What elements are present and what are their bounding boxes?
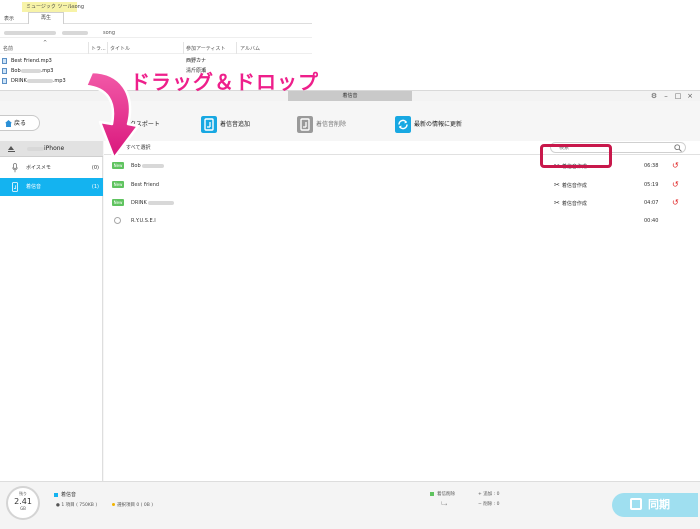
toolbar: エクスポート 着信音追加 着信音削除 最新の情報に更新 xyxy=(104,113,700,137)
column-title[interactable]: タイトル xyxy=(110,45,130,52)
address-blurred-segment-2 xyxy=(62,30,88,36)
undo-delete-icon[interactable]: ↺ xyxy=(672,176,679,194)
sidebar-item-label: ボイスメモ xyxy=(26,165,51,171)
highlight-box xyxy=(540,144,612,168)
removed-count: − 削除 : 0 xyxy=(478,502,500,507)
sidebar: iPhone ボイスメモ (0) 着信音 (1) xyxy=(0,141,103,481)
row-checkbox[interactable] xyxy=(114,217,121,224)
audio-file-icon xyxy=(2,68,7,74)
item-summary: ● 1 項目 ( 750KB ) xyxy=(56,503,98,508)
tab-view[interactable]: 表示 xyxy=(4,15,14,22)
new-badge: New xyxy=(112,181,124,188)
row-duration: 06:38 xyxy=(644,163,659,169)
row-title: DRINK xyxy=(131,200,147,206)
audio-file-icon xyxy=(2,58,7,64)
column-name[interactable]: 名前 xyxy=(3,45,13,52)
row-duration: 00:40 xyxy=(644,218,659,224)
eject-icon[interactable] xyxy=(8,146,15,152)
column-headers: 名前 ^ トラ... タイトル 参加アーティスト アルバム xyxy=(0,40,312,54)
row-title: R.Y.U.S.E.I xyxy=(131,218,156,224)
row-duration: 04:07 xyxy=(644,200,659,206)
column-artist[interactable]: 参加アーティスト xyxy=(186,45,225,52)
ringtone-row[interactable]: R.Y.U.S.E.I 00:40 xyxy=(104,212,700,230)
category-label: 着信音 xyxy=(54,491,76,498)
back-label: 戻る xyxy=(14,120,27,127)
ribbon-folder-name: song xyxy=(72,4,85,10)
maximize-icon[interactable]: □ xyxy=(672,92,684,100)
undo-delete-icon[interactable]: ↺ xyxy=(672,157,679,175)
drag-drop-caption: ドラッグ＆ドロップ xyxy=(130,70,319,94)
search-icon[interactable] xyxy=(674,144,682,152)
sidebar-item-label: 着信音 xyxy=(26,184,42,190)
column-track[interactable]: トラ... xyxy=(91,45,106,52)
make-ringtone-button[interactable]: ✂ 着信音作成 xyxy=(554,176,587,195)
refresh-icon xyxy=(395,116,411,133)
tab-play[interactable]: 再生 xyxy=(28,12,64,24)
ribbon-context-tab[interactable]: ミュージック ツール xyxy=(22,2,77,12)
make-ringtone-label: 着信音作成 xyxy=(561,183,587,189)
file-ext: .mp3 xyxy=(40,68,54,74)
ringtone-list-panel: すべて選択 検索 New Bob ✂ 着信音作成 06:38 ↺ New Bes… xyxy=(104,141,700,481)
add-ringtone-icon xyxy=(201,116,217,133)
microphone-icon xyxy=(12,163,18,173)
removed-count-text: 削除 : 0 xyxy=(483,502,500,507)
settings-gear-icon[interactable]: ⚙ xyxy=(648,92,660,100)
ringtone-row[interactable]: New Best Friend ✂ 着信音作成 05:19 ↺ xyxy=(104,176,700,194)
sort-caret-icon: ^ xyxy=(43,40,48,46)
screenshot-root: ミュージック ツール song 表示 再生 song 名前 ^ トラ... タイ… xyxy=(0,0,700,529)
file-name: Bob xyxy=(11,68,21,74)
selected-summary-text: 選択項目 0 ( 0B ) xyxy=(117,503,154,508)
storage-indicator: 残り 2.41 GB xyxy=(6,486,40,520)
scissors-icon: ✂ xyxy=(554,199,560,207)
row-title-wrap: DRINK xyxy=(131,194,175,212)
file-row[interactable]: Best Friend.mp3 西野カナ xyxy=(0,56,312,66)
address-bar[interactable]: song xyxy=(0,28,312,38)
make-ringtone-button[interactable]: ✂ 着信音作成 xyxy=(554,194,587,213)
make-ringtone-label: 着信音作成 xyxy=(561,201,587,207)
ringtone-phone-icon xyxy=(12,182,18,192)
add-ringtone-label: 着信音追加 xyxy=(220,121,251,128)
scissors-icon: ✂ xyxy=(554,181,560,189)
ribbon-tabs: 表示 再生 xyxy=(0,12,312,24)
back-button[interactable]: 戻る xyxy=(0,115,40,131)
sidebar-item-ringtone[interactable]: 着信音 (1) xyxy=(0,178,103,196)
delete-ringtone-label: 着信音削除 xyxy=(316,121,347,128)
file-artist: 西野カナ xyxy=(186,58,207,64)
added-count-text: 追加 : 0 xyxy=(483,492,500,497)
category-name: 着信音 xyxy=(61,492,77,498)
file-name: Best Friend.mp3 xyxy=(11,58,52,64)
operations-label: 着信削除 xyxy=(430,491,455,497)
delete-ringtone-icon xyxy=(297,116,313,133)
sync-button[interactable]: 同期 xyxy=(612,493,698,517)
address-blurred-segment xyxy=(4,30,56,36)
home-icon xyxy=(5,120,12,127)
close-icon[interactable]: × xyxy=(684,92,696,100)
sync-icon xyxy=(630,498,642,510)
sync-label: 同期 xyxy=(648,498,670,511)
column-album[interactable]: アルバム xyxy=(240,45,260,52)
row-title: Best Friend xyxy=(131,182,160,188)
change-counts: + 追加 : 0 − 削除 : 0 xyxy=(478,490,499,510)
ringtone-row[interactable]: New DRINK ✂ 着信音作成 04:07 ↺ xyxy=(104,194,700,212)
row-duration: 05:19 xyxy=(644,182,659,188)
storage-value: 2.41 xyxy=(14,497,32,506)
storage-unit: GB xyxy=(20,506,26,511)
new-badge: New xyxy=(112,199,124,206)
operations-text: 着信削除 xyxy=(437,492,455,497)
audio-file-icon xyxy=(2,78,7,84)
status-bar: 残り 2.41 GB 着信音 ● 1 項目 ( 750KB ) 選択項目 0 (… xyxy=(0,481,700,529)
added-count: + 追加 : 0 xyxy=(478,492,500,497)
file-name: DRINK xyxy=(11,78,27,84)
address-folder: song xyxy=(103,30,116,36)
ribbon-header: ミュージック ツール song xyxy=(0,0,312,12)
file-name-wrap: Bob .mp3 xyxy=(11,66,54,76)
selected-summary: 選択項目 0 ( 0B ) xyxy=(112,502,153,508)
refresh-label: 最新の情報に更新 xyxy=(414,121,463,128)
undo-delete-icon[interactable]: ↺ xyxy=(672,194,679,212)
sidebar-item-count: (1) xyxy=(91,184,99,190)
item-summary-text: 1 項目 ( 750KB ) xyxy=(61,503,98,508)
window-controls: ⚙ – □ × xyxy=(648,92,696,100)
operations-arrow-icon: └→ xyxy=(440,502,448,508)
minimize-icon[interactable]: – xyxy=(660,92,672,100)
